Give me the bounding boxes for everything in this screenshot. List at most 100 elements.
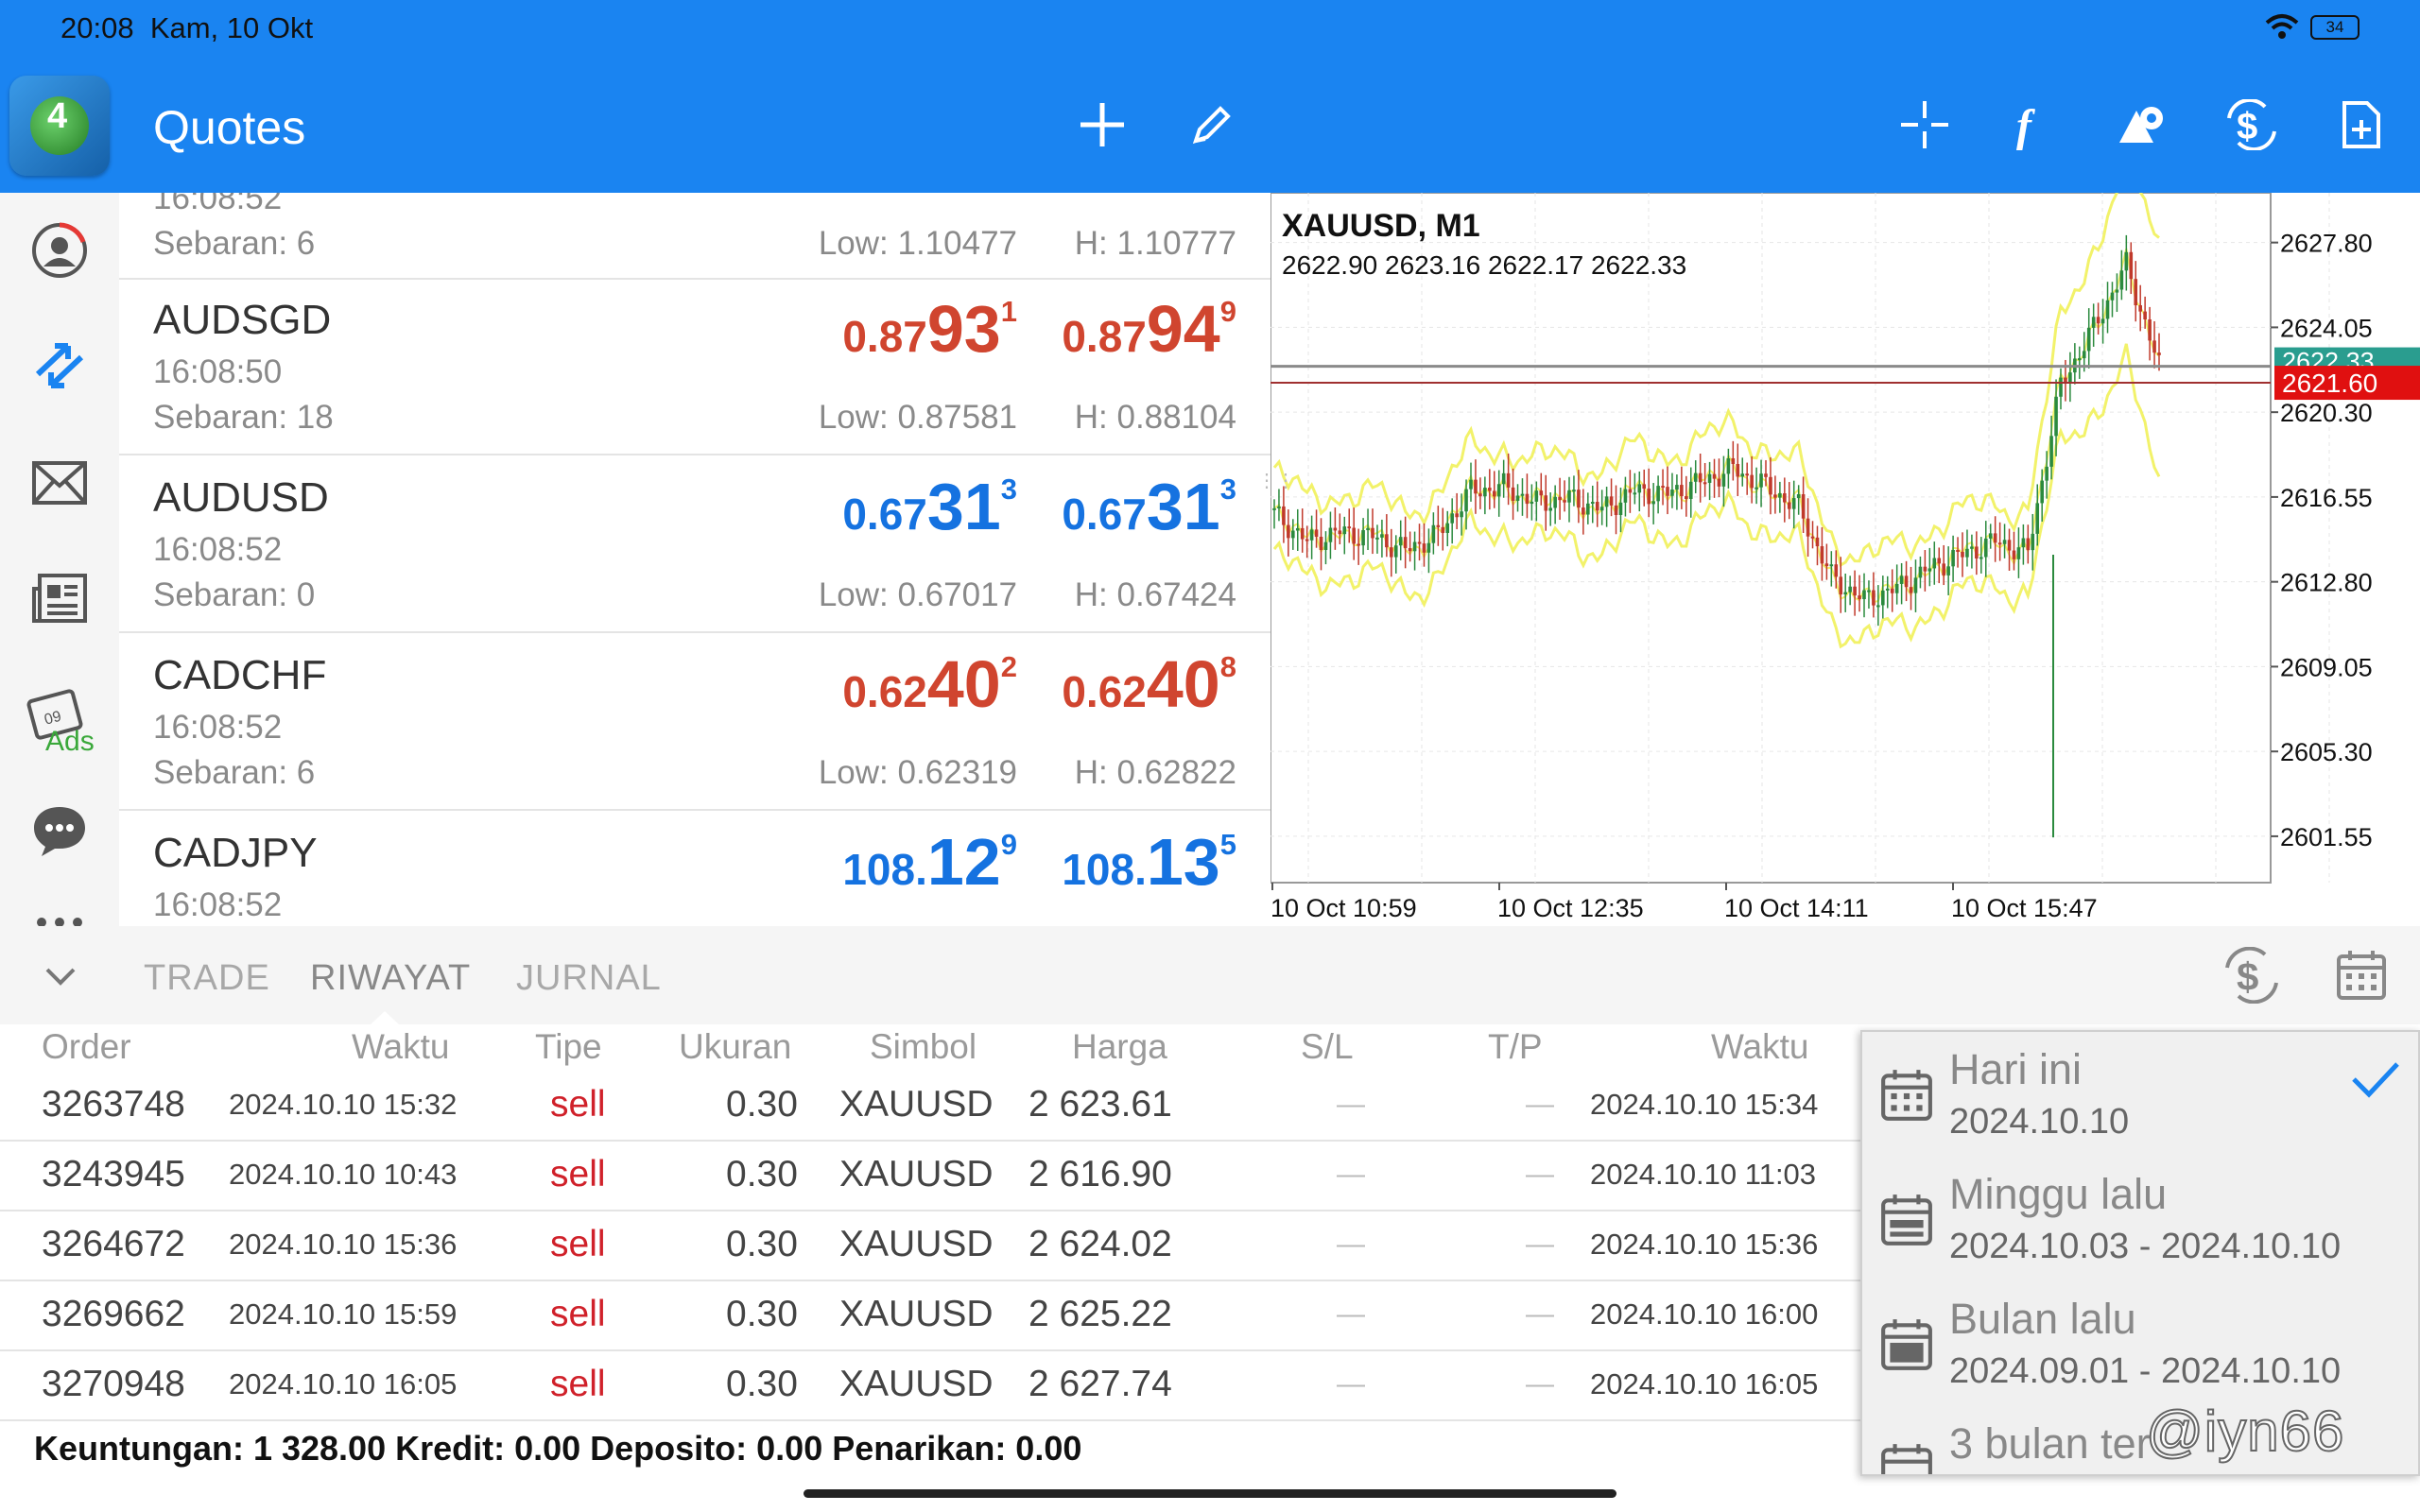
- calendar-ads-icon[interactable]: 09 Ads: [26, 682, 95, 757]
- column-header-size[interactable]: Ukuran: [679, 1024, 791, 1070]
- bid-price[interactable]: 108.129: [842, 824, 1017, 900]
- candle-body: [1305, 539, 1309, 541]
- candle-body: [1942, 563, 1945, 576]
- candle-body: [1956, 549, 1960, 553]
- calendar-icon[interactable]: [2335, 949, 2388, 1002]
- price-chart[interactable]: 2627.80 2624.05 2620.30 2616.55 2612.80 2609.…: [1257, 193, 2420, 926]
- candle-body: [1590, 502, 1595, 505]
- bid-price[interactable]: 0.67313: [842, 469, 1017, 544]
- candle-body: [2134, 279, 2138, 306]
- bid-price[interactable]: 0.87931: [842, 291, 1017, 367]
- candle-body: [1904, 576, 1909, 588]
- new-document-icon[interactable]: [2327, 91, 2395, 159]
- chart-drag-handle[interactable]: ⋮⋮: [1257, 472, 1295, 505]
- quote-row-audusd[interactable]: AUDUSD 16:08:52 Sebaran: 0 0.67313 0.673…: [119, 455, 1270, 633]
- svg-text:$: $: [2237, 954, 2258, 999]
- page-title: Quotes: [153, 101, 306, 154]
- news-icon[interactable]: [26, 565, 93, 631]
- candle-body: [1698, 472, 1703, 483]
- period-option-last-week[interactable]: Minggu lalu 2024.10.03 - 2024.10.10: [1862, 1157, 2418, 1283]
- candle-body: [1398, 537, 1403, 546]
- ask-price[interactable]: 0.62408: [1062, 646, 1236, 722]
- more-icon[interactable]: [26, 903, 93, 926]
- candle-body: [1913, 577, 1918, 593]
- column-header-close-time[interactable]: Waktu: [1711, 1024, 1808, 1070]
- quote-symbol: CADCHF: [153, 652, 327, 698]
- ask-price[interactable]: 108.135: [1062, 824, 1236, 900]
- quote-time: 16:08:52: [153, 886, 283, 923]
- column-header-order[interactable]: Order: [42, 1024, 131, 1070]
- function-icon[interactable]: f: [1998, 91, 2066, 159]
- quote-spread: Sebaran: 18: [153, 399, 334, 436]
- candle-body: [1488, 488, 1492, 491]
- column-header-time[interactable]: Waktu: [352, 1024, 449, 1070]
- quote-row-partial[interactable]: 16:08:52 Sebaran: 6 Low: 1.10477 H: 1.10…: [119, 193, 1270, 280]
- table-cell: 2 616.90: [1028, 1154, 1172, 1194]
- chart-canvas[interactable]: 2627.80 2624.05 2620.30 2616.55 2612.80 2609.…: [1270, 193, 2420, 926]
- dollar-refresh-icon[interactable]: $: [2221, 947, 2282, 1004]
- calendar-icon: [1881, 1070, 1932, 1121]
- column-header-sl[interactable]: S/L: [1301, 1024, 1354, 1070]
- column-header-type[interactable]: Tipe: [535, 1024, 602, 1070]
- app-bar: 4 Quotes f $: [0, 57, 2420, 193]
- candle-body: [1393, 545, 1398, 558]
- tab-jurnal[interactable]: JURNAL: [516, 958, 662, 999]
- tab-riwayat[interactable]: RIWAYAT: [310, 958, 471, 999]
- add-icon[interactable]: [1068, 91, 1136, 159]
- dollar-refresh-icon[interactable]: $: [2218, 91, 2286, 159]
- account-icon[interactable]: [26, 217, 93, 284]
- candle-body: [2096, 317, 2100, 324]
- bid-price[interactable]: 0.62402: [842, 646, 1017, 722]
- candle-body: [1441, 526, 1445, 533]
- candle-body: [1609, 496, 1614, 506]
- quote-row-cadjpy[interactable]: CADJPY 16:08:52 108.129 108.135: [119, 811, 1270, 926]
- table-row[interactable]: 3264672 2024.10.10 15:36 sell 0.30 XAUUSD 2 6…: [0, 1210, 1862, 1281]
- candle-body: [1478, 493, 1482, 497]
- table-row[interactable]: 3269662 2024.10.10 15:59 sell 0.30 XAUUSD 2 6…: [0, 1280, 1862, 1351]
- column-header-tp[interactable]: T/P: [1488, 1024, 1543, 1070]
- table-cell: 2 623.61: [1028, 1084, 1172, 1125]
- candle-body: [1778, 493, 1782, 498]
- candle-body: [2059, 377, 2063, 397]
- candle-body: [2110, 292, 2115, 301]
- candle-body: [1544, 495, 1548, 511]
- candle-body: [2115, 289, 2119, 293]
- table-row[interactable]: 3243945 2024.10.10 10:43 sell 0.30 XAUUSD 2 6…: [0, 1140, 1862, 1211]
- candle-body: [2007, 540, 2012, 551]
- candle-body: [1586, 503, 1590, 515]
- shapes-icon[interactable]: [2108, 91, 2176, 159]
- quote-row-cadchf[interactable]: CADCHF 16:08:52 Sebaran: 6 0.62402 0.624…: [119, 633, 1270, 811]
- candle-body: [1300, 527, 1305, 540]
- table-cell: 0.30: [726, 1224, 798, 1264]
- quotes-list[interactable]: 16:08:52 Sebaran: 6 Low: 1.10477 H: 1.10…: [119, 193, 1270, 926]
- quote-row-audsgd[interactable]: AUDSGD 16:08:50 Sebaran: 18 0.87931 0.87…: [119, 278, 1270, 455]
- tab-trade[interactable]: TRADE: [144, 958, 270, 999]
- mail-icon[interactable]: [26, 450, 93, 516]
- table-row[interactable]: 3263748 2024.10.10 15:32 sell 0.30 XAUUSD 2 6…: [0, 1070, 1862, 1142]
- candle-body: [1455, 513, 1459, 518]
- candle-body: [1282, 506, 1286, 525]
- table-cell: —: [1526, 1089, 1554, 1120]
- chat-icon[interactable]: [26, 798, 93, 864]
- ask-price[interactable]: 0.87949: [1062, 291, 1236, 367]
- quote-low: Low: 0.62319: [818, 754, 1017, 791]
- table-cell: 0.30: [726, 1294, 798, 1334]
- candle-body: [1338, 530, 1342, 535]
- collapse-chevron-icon[interactable]: [42, 962, 79, 990]
- column-header-price[interactable]: Harga: [1072, 1024, 1167, 1070]
- period-option-today[interactable]: Hari ini 2024.10.10: [1862, 1032, 2418, 1159]
- checkmark-icon: [2352, 1062, 2399, 1098]
- candle-body: [1848, 586, 1852, 593]
- candle-body: [1885, 588, 1890, 591]
- ask-price[interactable]: 0.67313: [1062, 469, 1236, 544]
- candle-body: [2016, 547, 2021, 559]
- candle-body: [1979, 557, 1983, 559]
- edit-pencil-icon[interactable]: [1178, 91, 1246, 159]
- table-row[interactable]: 3270948 2024.10.10 16:05 sell 0.30 XAUUSD 2 6…: [0, 1349, 1862, 1421]
- column-header-symbol[interactable]: Simbol: [870, 1024, 977, 1070]
- app-logo-icon[interactable]: 4: [9, 76, 110, 176]
- home-indicator[interactable]: [804, 1489, 1616, 1498]
- trade-arrows-icon[interactable]: [26, 333, 93, 399]
- period-option-last-month[interactable]: Bulan lalu 2024.09.01 - 2024.10.10: [1862, 1281, 2418, 1408]
- crosshair-icon[interactable]: [1891, 91, 1959, 159]
